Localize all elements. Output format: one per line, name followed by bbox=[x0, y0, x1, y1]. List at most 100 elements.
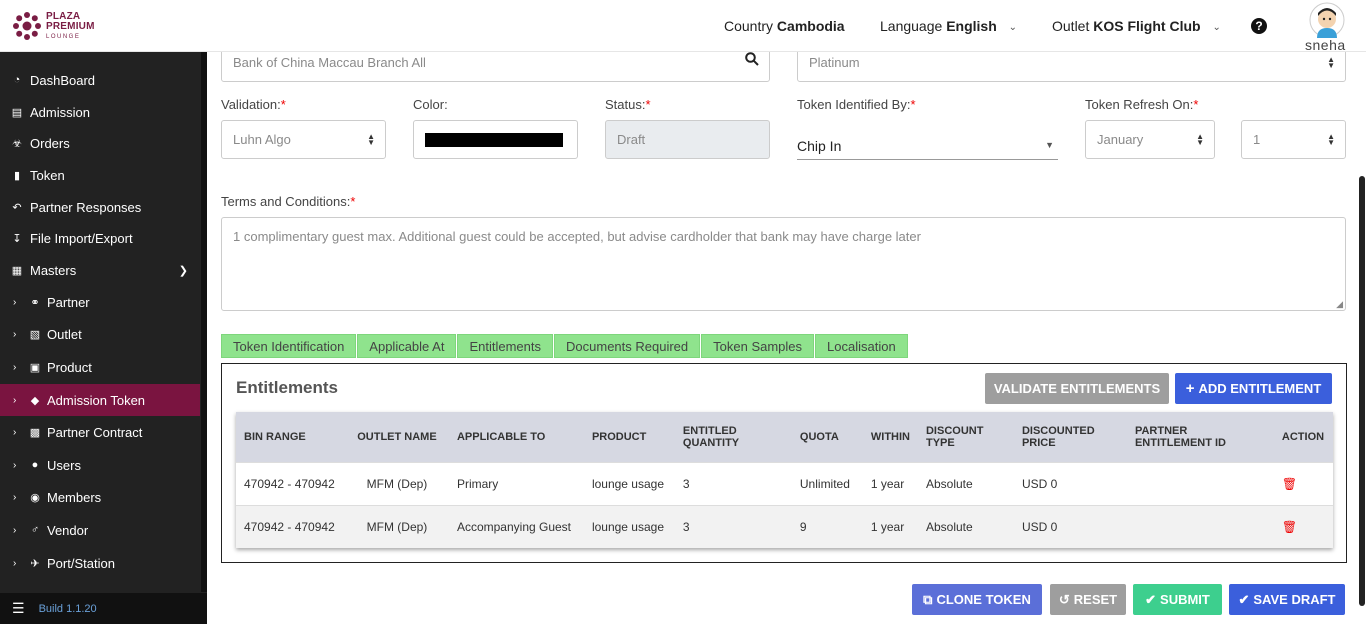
logo-text: PLAZA PREMIUM LOUNGE bbox=[46, 12, 95, 42]
sitemap-icon: ▦ bbox=[11, 264, 23, 277]
sidebar-item-dashboard[interactable]: ◔ DashBoard bbox=[0, 64, 200, 96]
sidebar-item-label: Vendor bbox=[47, 522, 89, 538]
tab-documents-required[interactable]: Documents Required bbox=[554, 334, 701, 358]
add-entitlement-label: ADD ENTITLEMENT bbox=[1198, 381, 1322, 396]
sidebar-item-partner-contract[interactable]: › ▩ Partner Contract bbox=[0, 416, 200, 448]
select-caret-icon: ▲ ▼ bbox=[1327, 131, 1335, 147]
column-header: ENTITLED QUANTITY bbox=[674, 412, 792, 462]
column-header: BIN RANGE bbox=[236, 412, 345, 462]
chevron-right-icon: › bbox=[13, 557, 17, 569]
search-icon[interactable] bbox=[745, 52, 759, 66]
sidebar-item-admission-token[interactable]: › ◆ Admission Token bbox=[0, 384, 200, 416]
cell-outlet-name: MFM (Dep) bbox=[344, 504, 449, 548]
add-entitlement-button[interactable]: + ADD ENTITLEMENT bbox=[1175, 373, 1332, 404]
sidebar-item-partner[interactable]: › ⚭ Partner bbox=[0, 286, 200, 318]
color-picker-input[interactable] bbox=[413, 120, 578, 159]
sidebar-item-token[interactable]: ▮ Token bbox=[0, 159, 200, 191]
building-icon: ▧ bbox=[29, 328, 41, 341]
id-card-icon: ▤ bbox=[11, 106, 23, 119]
outlet-label: Outlet bbox=[1052, 18, 1090, 34]
column-header: PARTNER ENTITLEMENT ID bbox=[1126, 412, 1274, 462]
sidebar-item-partner-responses[interactable]: ↶ Partner Responses bbox=[0, 191, 200, 223]
cell-bin-range: 470942 - 470942 bbox=[236, 504, 345, 548]
clone-token-button[interactable]: ⧉ CLONE TOKEN bbox=[912, 584, 1042, 615]
terms-label: Terms and Conditions:* bbox=[221, 194, 355, 209]
tab-token-samples[interactable]: Token Samples bbox=[701, 334, 815, 358]
avatar[interactable] bbox=[1309, 2, 1345, 38]
validation-select-value: Luhn Algo bbox=[233, 132, 291, 147]
cell-within: 1 year bbox=[862, 461, 918, 505]
sidebar-item-file-import-export[interactable]: ↧ File Import/Export bbox=[0, 222, 200, 254]
country-selector[interactable]: Country Cambodia bbox=[724, 18, 845, 34]
trash-icon[interactable]: 🗑 bbox=[1282, 520, 1297, 534]
tab-entitlements[interactable]: Entitlements bbox=[457, 334, 554, 358]
sidebar-item-masters[interactable]: ▦ Masters ❯ bbox=[0, 254, 200, 286]
sidebar-item-port-station[interactable]: › ✈ Port/Station bbox=[0, 547, 200, 579]
validation-select[interactable]: Luhn Algo ▲ ▼ bbox=[221, 120, 386, 159]
required-mark: * bbox=[350, 194, 356, 209]
cell-partner-entitlement-id bbox=[1126, 504, 1274, 548]
logo-mark-icon bbox=[13, 12, 41, 40]
chevron-down-icon: ⌄ bbox=[1008, 22, 1018, 33]
validate-entitlements-button[interactable]: VALIDATE ENTITLEMENTS bbox=[985, 373, 1169, 404]
logo-line3: LOUNGE bbox=[46, 34, 81, 40]
column-header: WITHIN bbox=[862, 412, 918, 462]
hamburger-menu-icon[interactable]: ☰ bbox=[12, 600, 25, 617]
select-caret-icon: ▲ ▼ bbox=[1327, 54, 1335, 70]
terms-textarea[interactable]: 1 complimentary guest max. Additional gu… bbox=[221, 217, 1346, 311]
cell-discounted-price: USD 0 bbox=[1013, 504, 1127, 548]
tier-select-value: Platinum bbox=[809, 55, 860, 70]
cell-entitled-quantity: 3 bbox=[674, 461, 792, 505]
token-identified-label-text: Token Identified By: bbox=[797, 97, 911, 112]
sidebar-item-members[interactable]: › ◉ Members bbox=[0, 481, 200, 513]
required-mark: * bbox=[910, 97, 916, 112]
sidebar-item-admission[interactable]: ▤ Admission bbox=[0, 96, 200, 128]
entitlements-title: Entitlements bbox=[236, 378, 339, 397]
submit-button[interactable]: ✔ SUBMIT bbox=[1133, 584, 1222, 615]
sidebar-scrollbar[interactable] bbox=[201, 52, 207, 592]
sidebar-item-users[interactable]: › ● Users bbox=[0, 449, 200, 481]
resize-handle-icon[interactable]: ◢ bbox=[1336, 299, 1343, 310]
terms-label-text: Terms and Conditions: bbox=[221, 194, 351, 209]
file-icon: ▮ bbox=[13, 169, 21, 182]
token-refresh-day-select[interactable]: 1 ▲ ▼ bbox=[1241, 120, 1346, 159]
sidebar-item-vendor[interactable]: › ♂ Vendor bbox=[0, 514, 200, 546]
tab-token-identification[interactable]: Token Identification bbox=[221, 334, 357, 358]
token-identified-select[interactable]: Chip In ▼ bbox=[797, 134, 1058, 160]
cell-action: 🗑 bbox=[1273, 504, 1333, 548]
outlet-selector[interactable]: Outlet KOS Flight Club ⌄ bbox=[1052, 18, 1221, 34]
sidebar-item-orders[interactable]: ☣ Orders bbox=[0, 127, 200, 159]
language-selector[interactable]: Language English ⌄ bbox=[880, 18, 1017, 34]
cell-product: lounge usage bbox=[583, 461, 675, 505]
logo-line2: PREMIUM bbox=[46, 21, 95, 32]
table-row: 470942 - 470942 MFM (Dep) Accompanying G… bbox=[236, 504, 1333, 548]
language-value: English bbox=[946, 18, 997, 34]
cell-partner-entitlement-id bbox=[1126, 461, 1274, 505]
cell-outlet-name: MFM (Dep) bbox=[344, 461, 449, 505]
token-refresh-month-value: January bbox=[1097, 132, 1144, 147]
sidebar-item-label: Admission bbox=[30, 104, 90, 120]
submit-label: SUBMIT bbox=[1160, 592, 1210, 607]
save-draft-button[interactable]: ✔ SAVE DRAFT bbox=[1229, 584, 1345, 615]
reset-button[interactable]: ↺ RESET bbox=[1050, 584, 1126, 615]
country-label: Country bbox=[724, 18, 774, 34]
sidebar-item-outlet[interactable]: › ▧ Outlet bbox=[0, 318, 200, 350]
sidebar-item-label: Members bbox=[47, 489, 102, 505]
column-header: DISCOUNT TYPE bbox=[917, 412, 1014, 462]
plane-icon: ✈ bbox=[30, 557, 40, 570]
plus-icon: + bbox=[1185, 380, 1195, 397]
username[interactable]: sneha bbox=[1305, 37, 1346, 53]
tab-applicable-at[interactable]: Applicable At bbox=[357, 334, 457, 358]
token-refresh-month-select[interactable]: January ▲ ▼ bbox=[1085, 120, 1215, 159]
sidebar-item-label: Partner Responses bbox=[30, 199, 142, 215]
plaza-premium-logo[interactable]: PLAZA PREMIUM LOUNGE bbox=[12, 10, 102, 42]
cell-discount-type: Absolute bbox=[917, 504, 1014, 548]
cell-applicable-to: Primary bbox=[448, 461, 584, 505]
help-icon[interactable]: ? bbox=[1251, 18, 1267, 34]
tab-localisation[interactable]: Localisation bbox=[815, 334, 908, 358]
trash-icon[interactable]: 🗑 bbox=[1282, 477, 1297, 491]
sidebar-item-product[interactable]: › ▣ Product bbox=[0, 351, 200, 383]
page-scrollbar[interactable] bbox=[1359, 176, 1365, 606]
token-refresh-day-value: 1 bbox=[1253, 132, 1261, 147]
column-header: APPLICABLE TO bbox=[448, 412, 584, 462]
